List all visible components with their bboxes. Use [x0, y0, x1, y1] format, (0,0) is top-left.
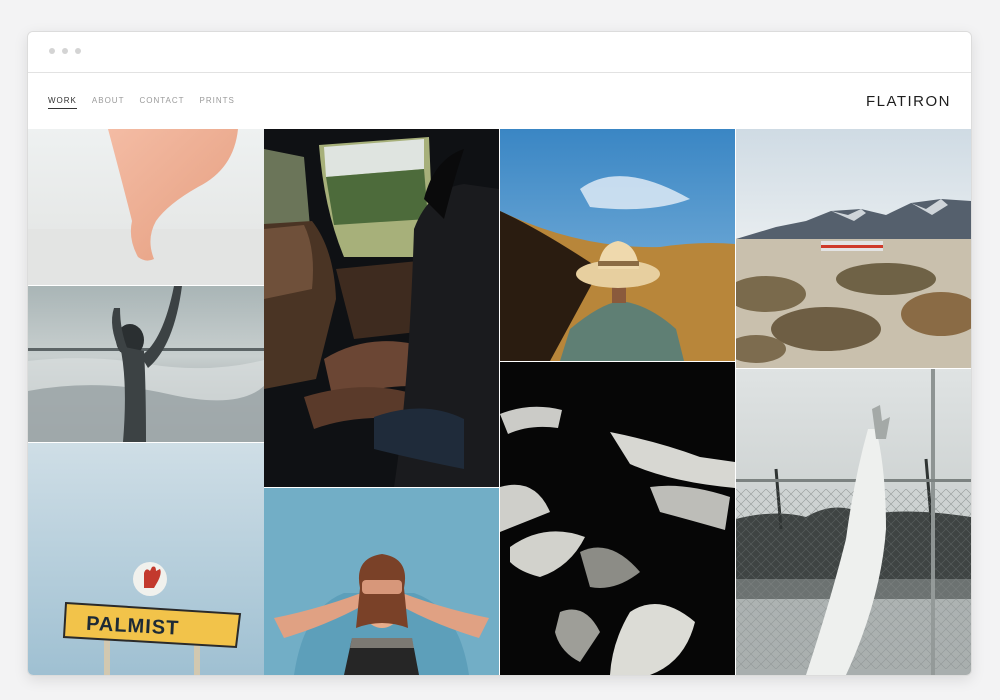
car-photo-image — [264, 129, 499, 487]
browser-window: WORK ABOUT CONTACT PRINTS FLATIRON PALMI… — [27, 31, 972, 676]
window-titlebar — [28, 32, 971, 73]
photo-desert-trailer[interactable] — [736, 129, 971, 368]
fabric-photo-image — [28, 129, 264, 285]
nav-work-link[interactable]: WORK — [48, 96, 77, 109]
hands-photo-image — [500, 362, 735, 675]
ocean-photo-image — [28, 286, 264, 442]
straw-hat-photo-image — [500, 129, 735, 361]
main-nav: WORK ABOUT CONTACT PRINTS — [48, 96, 235, 109]
photo-palmist-sign[interactable]: PALMIST — [28, 443, 264, 675]
site-header: WORK ABOUT CONTACT PRINTS FLATIRON — [28, 73, 971, 129]
nav-contact-link[interactable]: CONTACT — [139, 96, 184, 109]
nav-about-link[interactable]: ABOUT — [92, 96, 125, 109]
fence-photo-image — [736, 369, 971, 675]
photo-straw-hat[interactable] — [500, 129, 735, 361]
nav-prints-link[interactable]: PRINTS — [200, 96, 235, 109]
window-close-button[interactable] — [49, 48, 55, 54]
desert-photo-image — [736, 129, 971, 368]
photo-hands[interactable] — [500, 362, 735, 675]
photo-fabric-wind[interactable] — [28, 129, 264, 285]
covering-eyes-photo-image — [264, 488, 499, 675]
photo-woman-in-car[interactable] — [264, 129, 499, 487]
palmist-photo-image: PALMIST — [28, 443, 264, 675]
photo-covering-eyes[interactable] — [264, 488, 499, 675]
photo-grid: PALMIST — [28, 129, 971, 675]
window-zoom-button[interactable] — [75, 48, 81, 54]
photo-ocean-splash[interactable] — [28, 286, 264, 442]
site-logo[interactable]: FLATIRON — [866, 93, 951, 110]
window-minimize-button[interactable] — [62, 48, 68, 54]
photo-fence-fabric[interactable] — [736, 369, 971, 675]
